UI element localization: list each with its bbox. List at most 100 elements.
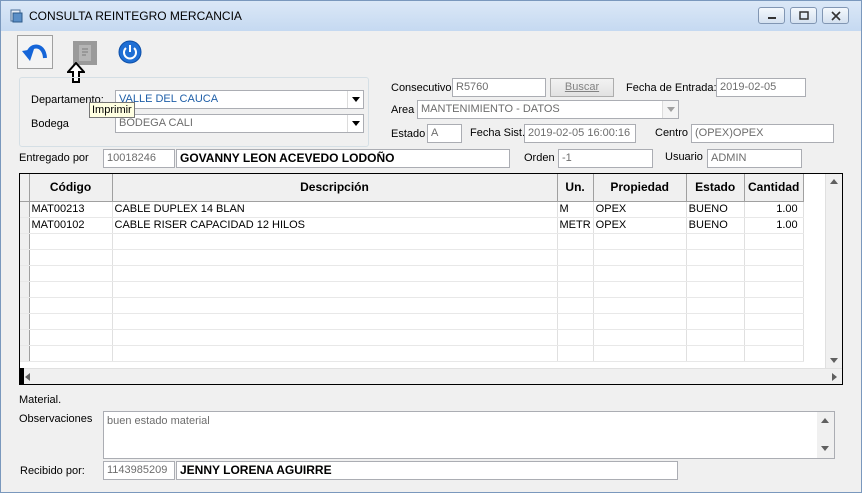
table-row[interactable] [20,297,804,314]
close-button[interactable] [822,7,849,24]
cantidad-cell[interactable] [744,297,804,314]
un-cell[interactable]: METR [557,217,594,234]
estado-field[interactable]: A [427,124,462,143]
estado-cell[interactable]: BUENO [686,217,745,234]
propiedad-cell[interactable] [593,281,687,298]
cantidad-cell[interactable] [744,329,804,346]
exit-button[interactable] [117,39,143,65]
codigo-cell[interactable] [29,345,113,362]
observaciones-field[interactable]: buen estado material [103,411,835,459]
descripcion-cell[interactable]: CABLE RISER CAPACIDAD 12 HILOS [112,217,558,234]
un-cell[interactable] [557,345,594,362]
cantidad-cell[interactable] [744,281,804,298]
table-row[interactable] [20,281,804,298]
entregado-name-field[interactable]: GOVANNY LEON ACEVEDO LODOÑO [176,149,510,168]
un-cell[interactable]: M [557,201,594,218]
row-selector[interactable] [20,249,30,266]
row-selector[interactable] [20,201,30,218]
descripcion-cell[interactable] [112,297,558,314]
propiedad-cell[interactable] [593,233,687,250]
estado-cell[interactable] [686,345,745,362]
observaciones-scrollbar[interactable] [817,412,834,458]
grid-vertical-scrollbar[interactable] [825,174,842,369]
descripcion-cell[interactable] [112,265,558,282]
centro-field[interactable]: (OPEX)OPEX [691,124,834,143]
table-row[interactable]: MAT00213 CABLE DUPLEX 14 BLAN M OPEX BUENO 1.… [20,201,804,218]
table-row[interactable] [20,329,804,346]
cantidad-cell[interactable]: 1.00 [744,201,804,218]
departamento-select[interactable]: VALLE DEL CAUCA [115,90,364,109]
usuario-field[interactable]: ADMIN [707,149,802,168]
table-row[interactable] [20,233,804,250]
estado-cell[interactable]: BUENO [686,201,745,218]
propiedad-cell[interactable] [593,329,687,346]
area-select[interactable]: MANTENIMIENTO - DATOS [417,100,679,119]
un-cell[interactable] [557,297,594,314]
column-header-codigo[interactable]: Código [29,174,113,202]
un-cell[interactable] [557,265,594,282]
propiedad-cell[interactable] [593,265,687,282]
descripcion-cell[interactable] [112,233,558,250]
buscar-button[interactable]: Buscar [550,78,614,97]
propiedad-cell[interactable] [593,313,687,330]
area-dropdown[interactable] [662,101,678,118]
fecha-entrada-field[interactable]: 2019-02-05 [716,78,806,97]
row-selector[interactable] [20,329,30,346]
descripcion-cell[interactable] [112,281,558,298]
scroll-down-button[interactable] [826,353,842,369]
scroll-right-button[interactable] [826,369,842,384]
estado-cell[interactable] [686,313,745,330]
cantidad-cell[interactable]: 1.00 [744,217,804,234]
estado-cell[interactable] [686,233,745,250]
fecha-sist-field[interactable]: 2019-02-05 16:00:16 [524,124,636,143]
codigo-cell[interactable] [29,265,113,282]
codigo-cell[interactable] [29,233,113,250]
propiedad-cell[interactable] [593,345,687,362]
estado-cell[interactable] [686,249,745,266]
column-header-cantidad[interactable]: Cantidad [744,174,804,202]
descripcion-cell[interactable] [112,249,558,266]
cantidad-cell[interactable] [744,313,804,330]
row-selector[interactable] [20,297,30,314]
propiedad-cell[interactable] [593,249,687,266]
entregado-id-field[interactable]: 10018246 [103,149,175,168]
row-selector[interactable] [20,217,30,234]
column-header-estado[interactable]: Estado [686,174,745,202]
recibido-id-field[interactable]: 1143985209 [103,461,175,480]
un-cell[interactable] [557,249,594,266]
estado-cell[interactable] [686,281,745,298]
codigo-cell[interactable]: MAT00213 [29,201,113,218]
minimize-button[interactable] [758,7,785,24]
consecutivo-field[interactable]: R5760 [452,78,546,97]
title-bar[interactable]: CONSULTA REINTEGRO MERCANCIA [1,1,861,31]
un-cell[interactable] [557,313,594,330]
estado-cell[interactable] [686,329,745,346]
table-row[interactable] [20,265,804,282]
column-header-descripcion[interactable]: Descripción [112,174,558,202]
codigo-cell[interactable] [29,313,113,330]
column-header-propiedad[interactable]: Propiedad [593,174,687,202]
row-selector[interactable] [20,233,30,250]
cantidad-cell[interactable] [744,265,804,282]
table-row[interactable] [20,249,804,266]
grid-horizontal-scrollbar[interactable] [20,368,842,384]
table-row[interactable]: MAT00102 CABLE RISER CAPACIDAD 12 HILOS ME… [20,217,804,234]
row-selector[interactable] [20,345,30,362]
table-row[interactable] [20,313,804,330]
descripcion-cell[interactable]: CABLE DUPLEX 14 BLAN [112,201,558,218]
column-header-un[interactable]: Un. [557,174,594,202]
recibido-name-field[interactable]: JENNY LORENA AGUIRRE [176,461,678,480]
codigo-cell[interactable]: MAT00102 [29,217,113,234]
cantidad-cell[interactable] [744,345,804,362]
codigo-cell[interactable] [29,249,113,266]
row-selector[interactable] [20,281,30,298]
propiedad-cell[interactable]: OPEX [593,217,687,234]
items-grid[interactable]: Código Descripción Un. Propiedad Estado … [19,173,843,385]
scroll-up-button[interactable] [826,174,842,190]
orden-field[interactable]: -1 [558,149,653,168]
propiedad-cell[interactable]: OPEX [593,201,687,218]
un-cell[interactable] [557,281,594,298]
estado-cell[interactable] [686,297,745,314]
table-row[interactable] [20,345,804,362]
codigo-cell[interactable] [29,297,113,314]
